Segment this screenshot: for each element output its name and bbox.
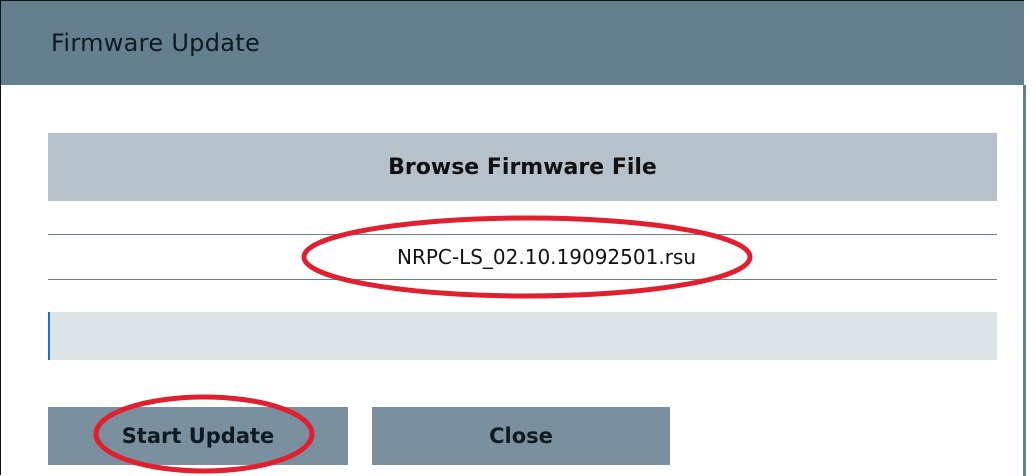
- dialog-titlebar: Firmware Update: [1, 1, 1024, 85]
- dialog-title: Firmware Update: [51, 29, 261, 57]
- selected-file-field: NRPC-LS_02.10.19092501.rsu: [48, 234, 997, 280]
- browse-firmware-file-button[interactable]: Browse Firmware File: [48, 133, 997, 201]
- selected-file-name: NRPC-LS_02.10.19092501.rsu: [396, 245, 697, 269]
- start-update-label: Start Update: [121, 424, 275, 448]
- close-label: Close: [489, 424, 553, 448]
- close-button[interactable]: Close: [372, 407, 670, 465]
- update-progress-bar: [48, 312, 997, 360]
- firmware-update-dialog: Firmware Update Browse Firmware File NRP…: [0, 0, 1026, 476]
- update-progress-fill: [48, 312, 50, 360]
- dialog-right-edge: [1023, 85, 1026, 476]
- start-update-button[interactable]: Start Update: [48, 407, 348, 465]
- browse-firmware-file-label: Browse Firmware File: [388, 154, 657, 180]
